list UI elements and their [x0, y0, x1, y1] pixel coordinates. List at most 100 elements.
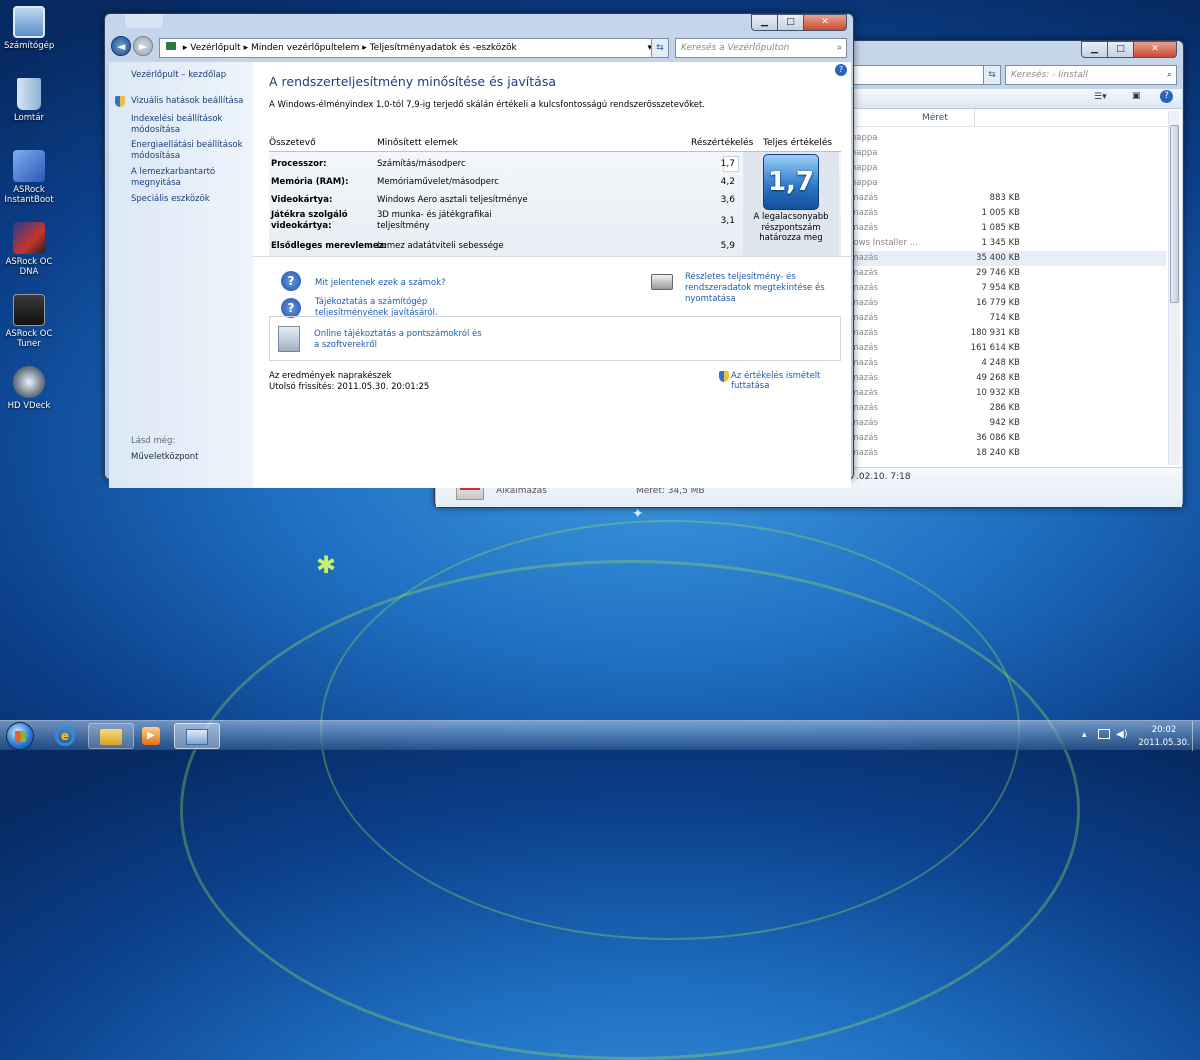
file-size: 180 931 KB — [970, 328, 1020, 338]
last-update-text: Utolsó frissítés: 2011.05.30. 20:01:25 — [269, 382, 430, 392]
desktop-icon-asrock-instantboot[interactable]: ASRock InstantBoot — [4, 150, 54, 205]
row-component: Játékra szolgáló videokártya: — [271, 210, 348, 231]
desktop-icon-label: Számítógép — [4, 41, 55, 51]
file-size: 4 248 KB — [981, 358, 1020, 368]
maximize-button[interactable]: □ — [777, 14, 803, 31]
visual-effects-link[interactable]: Vizuális hatások beállítása — [131, 96, 243, 107]
preview-pane-icon[interactable]: ▣ — [1132, 91, 1141, 101]
indexing-options-link[interactable]: Indexelési beállítások módosítása — [131, 114, 243, 136]
desktop-icon-label: HD VDeck — [7, 401, 51, 411]
row-rated: Windows Aero asztali teljesítménye — [377, 195, 528, 205]
desktop-icon-computer[interactable]: Számítógép — [4, 6, 54, 51]
chevron-right-icon: ▸ — [362, 43, 370, 53]
volume-icon[interactable]: ◀) — [1116, 729, 1128, 740]
rerun-assessment-link[interactable]: Az értékelés ismételt futtatása — [731, 371, 851, 391]
control-panel-icon — [166, 42, 176, 50]
shield-icon — [115, 96, 125, 107]
file-size: 883 KB — [989, 193, 1020, 203]
search-icon[interactable]: ⌕ — [837, 39, 842, 57]
file-size: 1 005 KB — [981, 208, 1020, 218]
power-settings-link[interactable]: Energiaellátási beállítások módosítása — [131, 140, 243, 162]
status-text: Az eredmények naprakészek — [269, 371, 392, 381]
header-rated: Minősített elemek — [377, 138, 458, 148]
back-arrow-icon[interactable]: ◄ — [111, 36, 131, 56]
media-player-button[interactable]: ▶ — [128, 723, 174, 749]
row-component: Processzor: — [271, 159, 327, 169]
row-rated: Lemez adatátviteli sebessége — [377, 241, 504, 251]
see-also-label: Lásd még: — [131, 436, 176, 446]
wallpaper-flower-icon: ✱ — [316, 551, 337, 579]
base-score-badge: 1,7 — [763, 154, 819, 210]
page-title: A rendszerteljesítmény minősítése és jav… — [269, 74, 556, 89]
cp-home-link[interactable]: Vezérlőpult – kezdőlap — [131, 70, 226, 81]
forward-arrow-icon[interactable]: ► — [133, 36, 153, 56]
view-options-icon[interactable]: ☰▾ — [1094, 92, 1107, 102]
file-size: 29 746 KB — [976, 268, 1020, 278]
clock-time[interactable]: 20:02 — [1140, 725, 1188, 735]
maximize-button[interactable]: □ — [1107, 41, 1133, 58]
internet-explorer-button[interactable]: e — [42, 723, 88, 749]
action-center-link[interactable]: Műveletközpont — [131, 452, 199, 463]
refresh-icon[interactable]: ⇆ — [651, 38, 669, 58]
disk-cleanup-link[interactable]: A lemezkarbantartó megnyitása — [131, 167, 243, 189]
size-column-header[interactable]: Méret — [922, 113, 948, 123]
file-size: 16 779 KB — [976, 298, 1020, 308]
desktop-icon-asrock-oc-tuner[interactable]: ASRock OC Tuner — [4, 294, 54, 349]
start-button[interactable] — [6, 722, 34, 750]
help-question-icon: ? — [281, 271, 301, 291]
desktop-icon-label: ASRock OC DNA — [5, 257, 53, 277]
cp-search-input[interactable]: Keresés a Vezérlőpulton ⌕ — [675, 38, 847, 58]
computer-icon — [13, 6, 45, 38]
file-size: 714 KB — [989, 313, 1020, 323]
breadcrumb-item[interactable]: Vezérlőpult — [190, 43, 240, 53]
explorer-scrollbar[interactable] — [1168, 111, 1180, 465]
minimize-button[interactable]: ▁ — [751, 14, 777, 31]
file-type: dows Installer ... — [848, 238, 918, 248]
explorer-address-bar[interactable]: ▾ — [849, 65, 999, 85]
row-component: Elsődleges merevlemez: — [271, 241, 388, 251]
refresh-icon[interactable]: ⇆ — [983, 65, 1001, 85]
page-description: A Windows-élményindex 1,0-tól 7,9-ig ter… — [269, 100, 706, 110]
explorer-search-input[interactable]: Keresés: - Iinstall ⌕ — [1005, 65, 1177, 85]
wallpaper-sparkle-icon: ✦ — [632, 506, 644, 522]
help-icon[interactable]: ? — [1160, 90, 1173, 103]
advanced-tools-link[interactable]: Speciális eszközök — [131, 194, 210, 205]
search-placeholder: Keresés a Vezérlőpulton — [681, 43, 790, 53]
row-component: Videokártya: — [271, 195, 333, 205]
network-icon[interactable] — [1098, 729, 1110, 739]
tray-arrow-icon[interactable]: ▴ — [1082, 730, 1087, 740]
control-panel-window[interactable]: ▁ □ ✕ ◄ ► ▸ Vezérlőpult ▸ Minden vezérlő… — [104, 13, 854, 488]
explorer-caption-buttons: ▁ □ ✕ — [1081, 41, 1177, 58]
windows-logo-icon — [14, 731, 26, 742]
search-icon[interactable]: ⌕ — [1167, 66, 1172, 84]
shield-icon — [719, 371, 729, 382]
breadcrumb-item[interactable]: Teljesítményadatok és -eszközök — [370, 43, 517, 53]
online-info-link[interactable]: Online tájékoztatás a pontszámokról és a… — [314, 329, 484, 351]
scrollbar-thumb[interactable] — [1170, 125, 1179, 303]
file-size: 1 345 KB — [981, 238, 1020, 248]
show-desktop-button[interactable] — [1192, 721, 1200, 751]
score-table-header: Összetevő Minősített elemek Részértékelé… — [269, 136, 841, 152]
file-size: 161 614 KB — [970, 343, 1020, 353]
control-panel-taskbar-button[interactable] — [174, 723, 220, 749]
cp-caption-buttons: ▁ □ ✕ — [751, 14, 847, 31]
file-size: 35 400 KB — [976, 253, 1020, 263]
desktop-icon-asrock-oc-dna[interactable]: ASRock OC DNA — [4, 222, 54, 277]
breadcrumb-item[interactable]: Minden vezérlőpultelem — [251, 43, 359, 53]
what-numbers-mean-link[interactable]: Mit jelentenek ezek a számok? — [315, 278, 446, 288]
details-date: .02.10. 7:18 — [856, 472, 911, 482]
file-size: 7 954 KB — [981, 283, 1020, 293]
performance-monitor-icon — [186, 729, 208, 745]
close-button[interactable]: ✕ — [803, 14, 847, 31]
file-size: 36 086 KB — [976, 433, 1020, 443]
desktop-icon-recycle-bin[interactable]: Lomtár — [4, 78, 54, 123]
minimize-button[interactable]: ▁ — [1081, 41, 1107, 58]
print-details-link[interactable]: Részletes teljesítmény- és rendszeradato… — [685, 272, 845, 305]
internet-explorer-icon: e — [55, 726, 75, 746]
clock-date[interactable]: 2011.05.30. — [1138, 738, 1190, 748]
close-button[interactable]: ✕ — [1133, 41, 1177, 58]
help-icon[interactable]: ? — [835, 64, 847, 76]
header-subscore: Részértékelés — [691, 138, 754, 148]
cp-address-bar[interactable]: ▸ Vezérlőpult ▸ Minden vezérlőpultelem ▸… — [159, 38, 657, 58]
desktop-icon-hd-vdeck[interactable]: HD VDeck — [4, 366, 54, 411]
